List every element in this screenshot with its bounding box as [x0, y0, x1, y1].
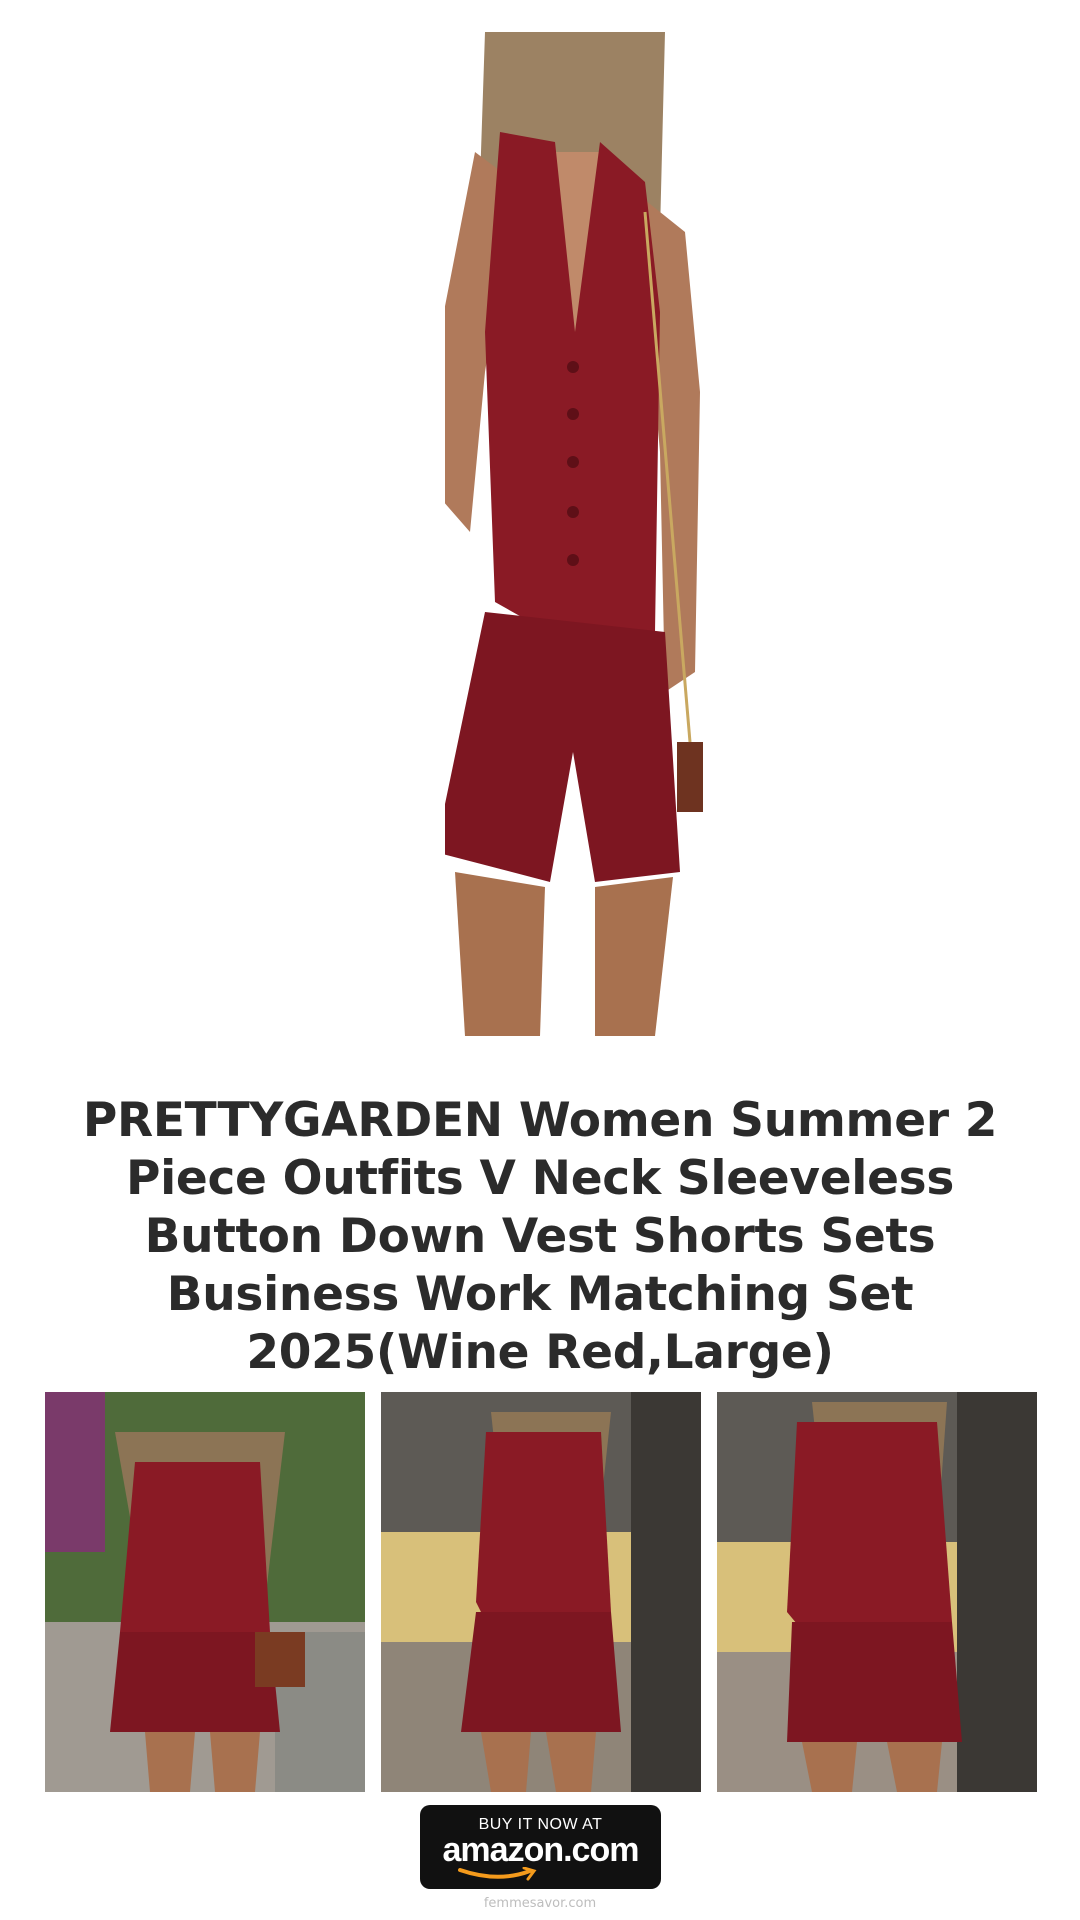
amazon-logo: amazon.com	[442, 1831, 640, 1869]
amazon-smile-icon	[458, 1867, 537, 1881]
site-watermark: femmesavor.com	[483, 1896, 597, 1911]
thumbnail-image-3[interactable]	[717, 1392, 1037, 1792]
hero-product-image[interactable]	[445, 32, 703, 1036]
thumbnail-gallery	[45, 1392, 1037, 1792]
product-title: PRETTYGARDEN Women Summer 2 Piece Outfit…	[82, 1093, 998, 1380]
thumbnail-image-1[interactable]	[45, 1392, 365, 1792]
thumbnail-image-2[interactable]	[381, 1392, 701, 1792]
buy-on-amazon-button[interactable]: BUY IT NOW AT amazon.com	[420, 1805, 661, 1889]
